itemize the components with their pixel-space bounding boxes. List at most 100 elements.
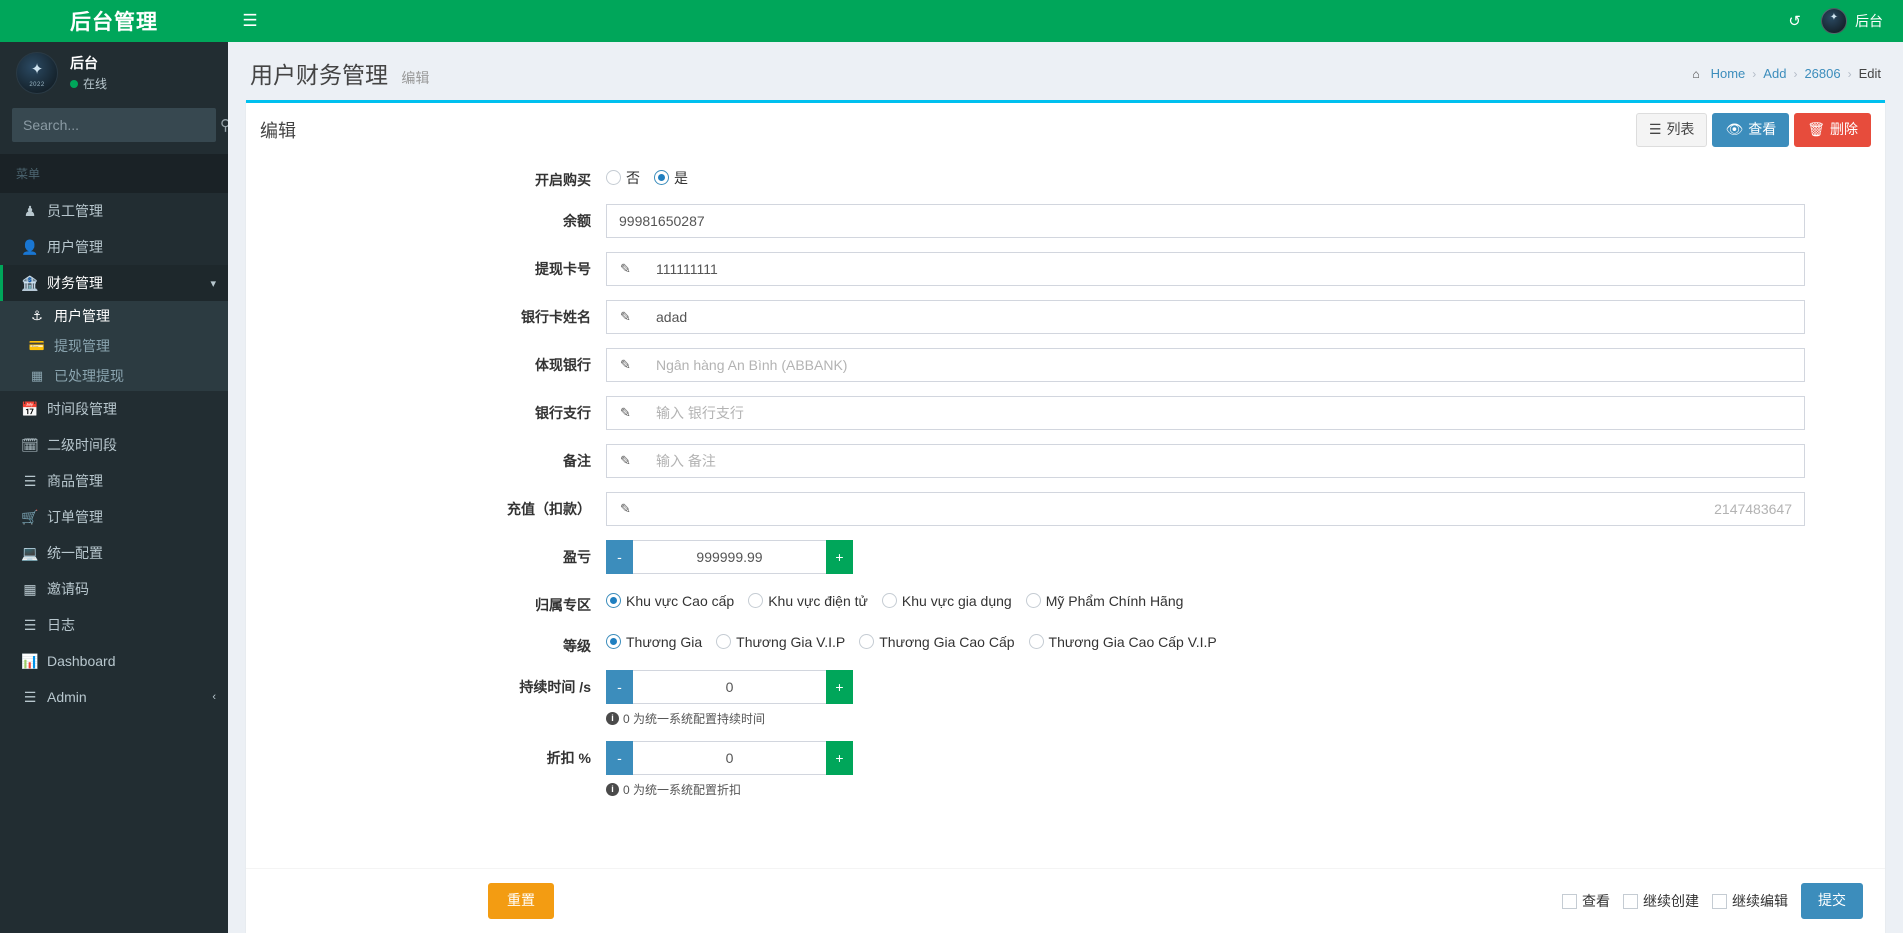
radio-label: 否 xyxy=(626,169,640,186)
radio-label: Khu vực Cao cấp xyxy=(626,592,735,609)
purchase-radio-yes[interactable]: 是 xyxy=(654,168,688,188)
search-input[interactable] xyxy=(13,117,214,133)
radio-icon xyxy=(859,634,875,650)
sidebar-item-label: 时间段管理 xyxy=(47,401,117,417)
checkbox-continue-create[interactable]: 继续创建 xyxy=(1623,891,1699,911)
content: 编辑 ☰ 列表 👁 查看 🗑 删除 开启购买 否 是 余额 9998165028… xyxy=(228,100,1903,933)
checkbox-continue-edit[interactable]: 继续编辑 xyxy=(1712,891,1788,911)
refresh-icon[interactable]: ↺ xyxy=(1774,0,1815,42)
discount-input[interactable] xyxy=(633,740,826,775)
duration-input[interactable] xyxy=(633,669,826,704)
duration-help-text: i 0 为统一系统配置持续时间 xyxy=(606,710,1805,727)
zone-radio-1[interactable]: Khu vực điện tử xyxy=(748,593,868,609)
edit-box: 编辑 ☰ 列表 👁 查看 🗑 删除 开启购买 否 是 余额 9998165028… xyxy=(246,100,1885,933)
chart-bar-icon: 📊 xyxy=(21,652,39,669)
info-icon: i xyxy=(606,782,619,796)
checkbox-view[interactable]: 查看 xyxy=(1562,891,1610,911)
box-footer: 重置 查看 继续创建 继续编辑 提交 xyxy=(246,868,1885,933)
pencil-icon: ✎ xyxy=(606,347,644,382)
topbar-user-menu[interactable]: 后台 xyxy=(1815,0,1893,42)
breadcrumb-separator: › xyxy=(1793,66,1798,81)
user-tie-icon: ♟ xyxy=(23,202,37,219)
zone-radio-3[interactable]: Mỹ Phẩm Chính Hãng xyxy=(1025,593,1183,609)
brand-title[interactable]: 后台管理 xyxy=(0,0,228,42)
radio-icon-selected xyxy=(606,634,621,650)
sidebar-item-user-management[interactable]: 👤 用户管理 xyxy=(0,229,228,265)
sidebar-item-unified-config[interactable]: 💻 统一配置 xyxy=(0,535,228,571)
level-radio-2[interactable]: Thương Gia Cao Cấp xyxy=(859,634,1015,650)
zone-radio-2[interactable]: Khu vực gia dụng xyxy=(881,593,1012,609)
field-zone: 归属专区 Khu vực Cao cấp Khu vực điện tử Khu… xyxy=(246,588,1885,615)
sidebar-subitem-processed-withdraw[interactable]: ▦ 已处理提现 xyxy=(0,361,228,391)
list-button[interactable]: ☰ 列表 xyxy=(1635,113,1708,147)
radio-icon xyxy=(606,170,621,186)
help-text-label: 0 为统一系统配置折扣 xyxy=(623,782,742,797)
field-card-number: 提现卡号 ✎ xyxy=(246,251,1885,286)
field-label: 归属专区 xyxy=(535,596,591,613)
reset-button[interactable]: 重置 xyxy=(488,883,554,919)
radio-icon xyxy=(748,593,764,609)
radio-icon xyxy=(1028,634,1044,650)
level-radio-3[interactable]: Thương Gia Cao Cấp V.I.P xyxy=(1028,633,1217,650)
sidebar-subitem-withdraw-management[interactable]: 💳 提现管理 xyxy=(0,331,228,361)
checkbox-icon xyxy=(1562,893,1577,909)
breadcrumb-item-id[interactable]: 26806 xyxy=(1804,66,1840,81)
field-duration: 持续时间 /s - + i 0 为统一系统配置持续时间 xyxy=(246,669,1885,727)
sidebar-item-invite-code[interactable]: ▦ 邀请码 xyxy=(0,571,228,607)
purchase-radio-no[interactable]: 否 xyxy=(606,168,640,188)
sidebar-item-label: 统一配置 xyxy=(47,545,103,561)
app-root: 后台管理 2022 后台 在线 ⚲ 菜单 ♟ xyxy=(0,0,1903,933)
discount-decrement-button[interactable]: - xyxy=(606,740,633,775)
discount-increment-button[interactable]: + xyxy=(826,740,853,775)
sidebar-item-admin[interactable]: ☰ Admin ‹ xyxy=(0,679,228,715)
sidebar-item-time-period-management[interactable]: 📅 时间段管理 xyxy=(0,391,228,427)
database-icon: ☰ xyxy=(23,472,37,489)
search-icon[interactable]: ⚲ xyxy=(214,109,228,141)
duration-decrement-button[interactable]: - xyxy=(606,669,633,704)
sidebar-item-label: 日志 xyxy=(47,617,75,633)
sidebar-item-order-management[interactable]: 🛒 订单管理 xyxy=(0,499,228,535)
eye-icon: 👁 xyxy=(1725,121,1744,137)
radio-label: Thương Gia Cao Cấp V.I.P xyxy=(1048,633,1217,650)
sidebar-item-log[interactable]: ☰ 日志 xyxy=(0,607,228,643)
breadcrumb-item-home[interactable]: Home xyxy=(1711,66,1746,81)
checkbox-label: 继续创建 xyxy=(1643,893,1699,910)
bank-branch-input[interactable] xyxy=(644,395,1805,430)
sidebar-item-staff-management[interactable]: ♟ 员工管理 xyxy=(0,193,228,229)
level-radio-0[interactable]: Thương Gia xyxy=(606,634,702,650)
balance-input[interactable] xyxy=(606,203,1805,238)
hamburger-icon[interactable]: ☰ xyxy=(228,0,272,42)
profit-increment-button[interactable]: + xyxy=(826,539,853,574)
box-tools: ☰ 列表 👁 查看 🗑 删除 xyxy=(1635,113,1871,147)
profit-input[interactable] xyxy=(633,539,826,574)
duration-spinner: - + xyxy=(606,669,853,704)
radio-label: Thương Gia V.I.P xyxy=(736,633,846,650)
radio-icon xyxy=(881,593,897,609)
sidebar-item-secondary-time-period[interactable]: 🗓 二级时间段 xyxy=(0,427,228,463)
profit-decrement-button[interactable]: - xyxy=(606,539,633,574)
submit-button[interactable]: 提交 xyxy=(1801,883,1863,919)
sidebar-item-label: 商品管理 xyxy=(47,473,103,489)
recharge-input[interactable] xyxy=(644,491,1805,526)
list-icon: ☰ xyxy=(23,616,37,633)
view-button[interactable]: 👁 查看 xyxy=(1712,113,1790,147)
remark-input[interactable] xyxy=(644,443,1805,478)
sidebar-item-finance-management[interactable]: 🏦 财务管理 ▾ ⚓ 用户管理 💳 提现管理 ▦ 已处理提现 xyxy=(0,265,228,391)
sidebar-subitem-user-management[interactable]: ⚓ 用户管理 xyxy=(0,301,228,331)
bank-input[interactable] xyxy=(644,347,1805,382)
sidebar-item-dashboard[interactable]: 📊 Dashboard xyxy=(0,643,228,679)
sidebar-item-product-management[interactable]: ☰ 商品管理 xyxy=(0,463,228,499)
breadcrumb-item-add[interactable]: Add xyxy=(1763,66,1786,81)
card-number-input[interactable] xyxy=(644,251,1805,286)
card-holder-name-input[interactable] xyxy=(644,299,1805,334)
delete-button[interactable]: 🗑 删除 xyxy=(1794,113,1871,147)
duration-increment-button[interactable]: + xyxy=(826,669,853,704)
zone-radio-0[interactable]: Khu vực Cao cấp xyxy=(606,593,734,609)
breadcrumb-item-edit: Edit xyxy=(1858,66,1881,81)
box-title: 编辑 xyxy=(260,120,296,141)
avatar-year-label: 2022 xyxy=(29,82,45,88)
level-radio-1[interactable]: Thương Gia V.I.P xyxy=(716,634,845,650)
avatar: 2022 xyxy=(16,52,58,94)
field-label: 充值（扣款） xyxy=(507,500,591,517)
field-label: 提现卡号 xyxy=(535,260,591,277)
